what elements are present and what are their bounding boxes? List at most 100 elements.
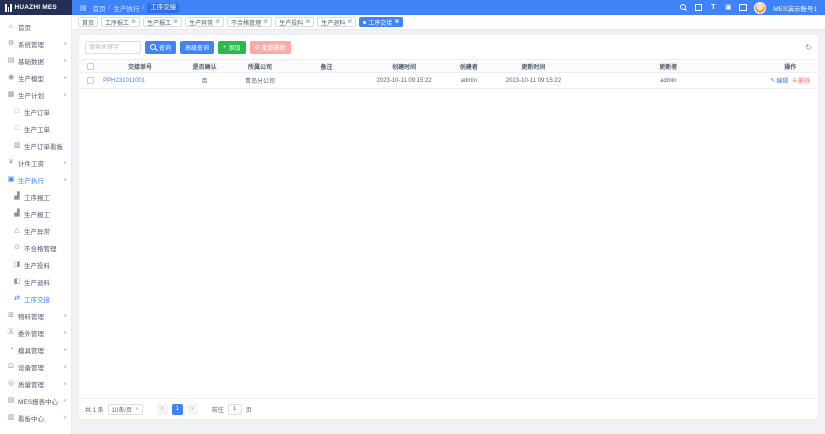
app-logo: HUAZHI MES (0, 0, 72, 15)
fullscreen-icon[interactable] (694, 3, 702, 13)
column-header: 更新者 (574, 60, 762, 72)
refresh-icon[interactable]: ↻ (805, 44, 812, 52)
sidebar-item[interactable]: ◉生产模型∨ (0, 69, 71, 86)
sidebar-item-label: 生产投料 (24, 260, 67, 270)
trash-icon: ⊖ (255, 45, 260, 51)
breadcrumb-item[interactable]: 工序交接 (147, 3, 179, 13)
sidebar-item[interactable]: ◨生产投料 (0, 256, 71, 273)
tab[interactable]: 生产异常⊗ (185, 17, 224, 27)
sidebar-item[interactable]: Ⓐ委外管理∨ (0, 324, 71, 341)
close-icon[interactable]: ⊗ (305, 19, 310, 25)
tab-label: 生产退料 (321, 18, 345, 27)
sidebar-item-label: 模具管理 (18, 345, 60, 355)
sidebar-item[interactable]: ▥生产订单看板 (0, 137, 71, 154)
message-icon[interactable] (739, 3, 747, 13)
tab[interactable]: 不合格管理⊗ (227, 17, 272, 27)
close-icon[interactable]: ⊗ (215, 19, 220, 25)
sidebar-item[interactable]: ◎质量管理∨ (0, 375, 71, 392)
table-cell (290, 73, 364, 88)
sidebar-item-label: 生产报工 (24, 209, 67, 219)
sidebar-item[interactable]: ▤MES报表中心∨ (0, 392, 71, 409)
execute-icon: ▣ (7, 176, 15, 184)
sidebar-item[interactable]: ⊞物料管理∨ (0, 307, 71, 324)
tab[interactable]: 首页 (78, 17, 98, 27)
chevron-down-icon: ∨ (63, 58, 67, 64)
next-page-button[interactable]: › (187, 404, 198, 415)
sidebar-item[interactable]: ⊙不合格管理 (0, 239, 71, 256)
sidebar-item-label: 生产执行 (18, 175, 60, 185)
page-size-select[interactable]: 10条/页 ∨ (108, 404, 143, 415)
tab-label: 工序报工 (105, 18, 129, 27)
edit-button[interactable]: ✎编辑 (770, 76, 788, 85)
chevron-down-icon: ∨ (63, 41, 67, 47)
sidebar-item[interactable]: ◔模具管理∨ (0, 341, 71, 358)
close-icon[interactable]: ⊗ (131, 19, 136, 25)
sidebar-collapse-icon[interactable]: ▤ (80, 4, 87, 12)
sidebar-item[interactable]: ⌂首页 (0, 18, 71, 35)
sidebar-item-label: 基础数据 (18, 56, 60, 66)
username[interactable]: MES演示账号1 (773, 3, 817, 13)
goto-page-input[interactable] (228, 404, 242, 415)
sidebar-item[interactable]: ▤基础数据∨ (0, 52, 71, 69)
top-header: HUAZHI MES ▤ 首页/生产执行/工序交接 T ▣ MES演示账号1 (0, 0, 825, 15)
sidebar-item[interactable]: ▦生产计划∧ (0, 86, 71, 103)
search-button[interactable]: 查询 (145, 41, 176, 54)
sidebar-item-label: 生产异常 (24, 226, 67, 236)
database-icon: ▤ (7, 57, 15, 65)
close-icon[interactable]: ⊗ (173, 19, 178, 25)
content-card: 查询高级查询 +添加 ⊖批量删除 ↻ 交接单号是否确认所属公司备注创建时间创建者更新… (79, 35, 818, 419)
prev-page-button[interactable]: ‹ (157, 404, 168, 415)
row-checkbox[interactable] (87, 77, 94, 84)
font-size-icon[interactable]: T (709, 3, 717, 13)
sidebar-item-label: 委外管理 (18, 328, 60, 338)
tab[interactable]: 生产投料⊗ (275, 17, 314, 27)
breadcrumb-item[interactable]: 生产执行 (113, 3, 139, 13)
board-icon: ▥ (13, 142, 21, 150)
tab[interactable]: 生产退料⊗ (317, 17, 356, 27)
avatar[interactable] (754, 2, 766, 14)
delete-button[interactable]: ⊖删除 (792, 76, 810, 85)
breadcrumb: 首页/生产执行/工序交接 (93, 3, 180, 13)
page-number-button[interactable]: 1 (172, 404, 183, 415)
sidebar-item[interactable]: ▥看板中心∨ (0, 409, 71, 426)
table-header: 交接单号是否确认所属公司备注创建时间创建者更新时间更新者操作 (79, 60, 818, 73)
breadcrumb-separator: / (109, 4, 111, 11)
toolbar: 查询高级查询 +添加 ⊖批量删除 ↻ (79, 35, 818, 59)
material-icon: ⊞ (7, 312, 15, 320)
tab[interactable]: 工序报工⊗ (101, 17, 140, 27)
breadcrumb-item[interactable]: 首页 (93, 3, 106, 13)
batch-delete-button[interactable]: ⊖批量删除 (250, 41, 291, 54)
sidebar-item[interactable]: ◧生产退料 (0, 273, 71, 290)
close-icon[interactable]: ⊗ (263, 19, 268, 25)
order-no-link[interactable]: PPH231011001 (103, 78, 145, 84)
select-all-checkbox[interactable] (87, 63, 94, 70)
chart-icon: ▟ (13, 193, 21, 201)
sidebar-item[interactable]: ▟工序报工 (0, 188, 71, 205)
search-icon[interactable] (679, 3, 687, 13)
sidebar-item[interactable]: ⚙系统管理∨ (0, 35, 71, 52)
quality2-icon: ◎ (7, 380, 15, 388)
sidebar-item-label: 设备管理 (18, 362, 60, 372)
tab[interactable]: 生产报工⊗ (143, 17, 182, 27)
close-icon[interactable]: ⊗ (347, 19, 352, 25)
tab[interactable]: 工序交接⊗ (359, 17, 403, 27)
sidebar-item[interactable]: ⇄工序交接 (0, 290, 71, 307)
advanced-search-button[interactable]: 高级查询 (180, 41, 214, 54)
sidebar-item[interactable]: ¥计件工资∨ (0, 154, 71, 171)
sidebar-item-label: 首页 (18, 22, 67, 32)
close-icon[interactable]: ⊗ (394, 19, 399, 25)
sidebar-item-label: 生产退料 (24, 277, 67, 287)
sidebar-item[interactable]: ⊡设备管理∨ (0, 358, 71, 375)
doc-icon: □ (13, 125, 21, 133)
sidebar-item[interactable]: △生产异常 (0, 222, 71, 239)
search-input[interactable] (85, 41, 141, 54)
sidebar-item[interactable]: □生产工单 (0, 120, 71, 137)
sidebar-item[interactable]: ▟生产报工 (0, 205, 71, 222)
layout-icon[interactable]: ▣ (724, 3, 732, 13)
tab-label: 工序交接 (368, 18, 392, 27)
add-button[interactable]: +添加 (218, 41, 246, 54)
sidebar-item[interactable]: ▣生产执行∧ (0, 171, 71, 188)
search-icon (150, 44, 157, 51)
sidebar-item[interactable]: □生产订单 (0, 103, 71, 120)
gear-icon: ⚙ (7, 40, 15, 48)
